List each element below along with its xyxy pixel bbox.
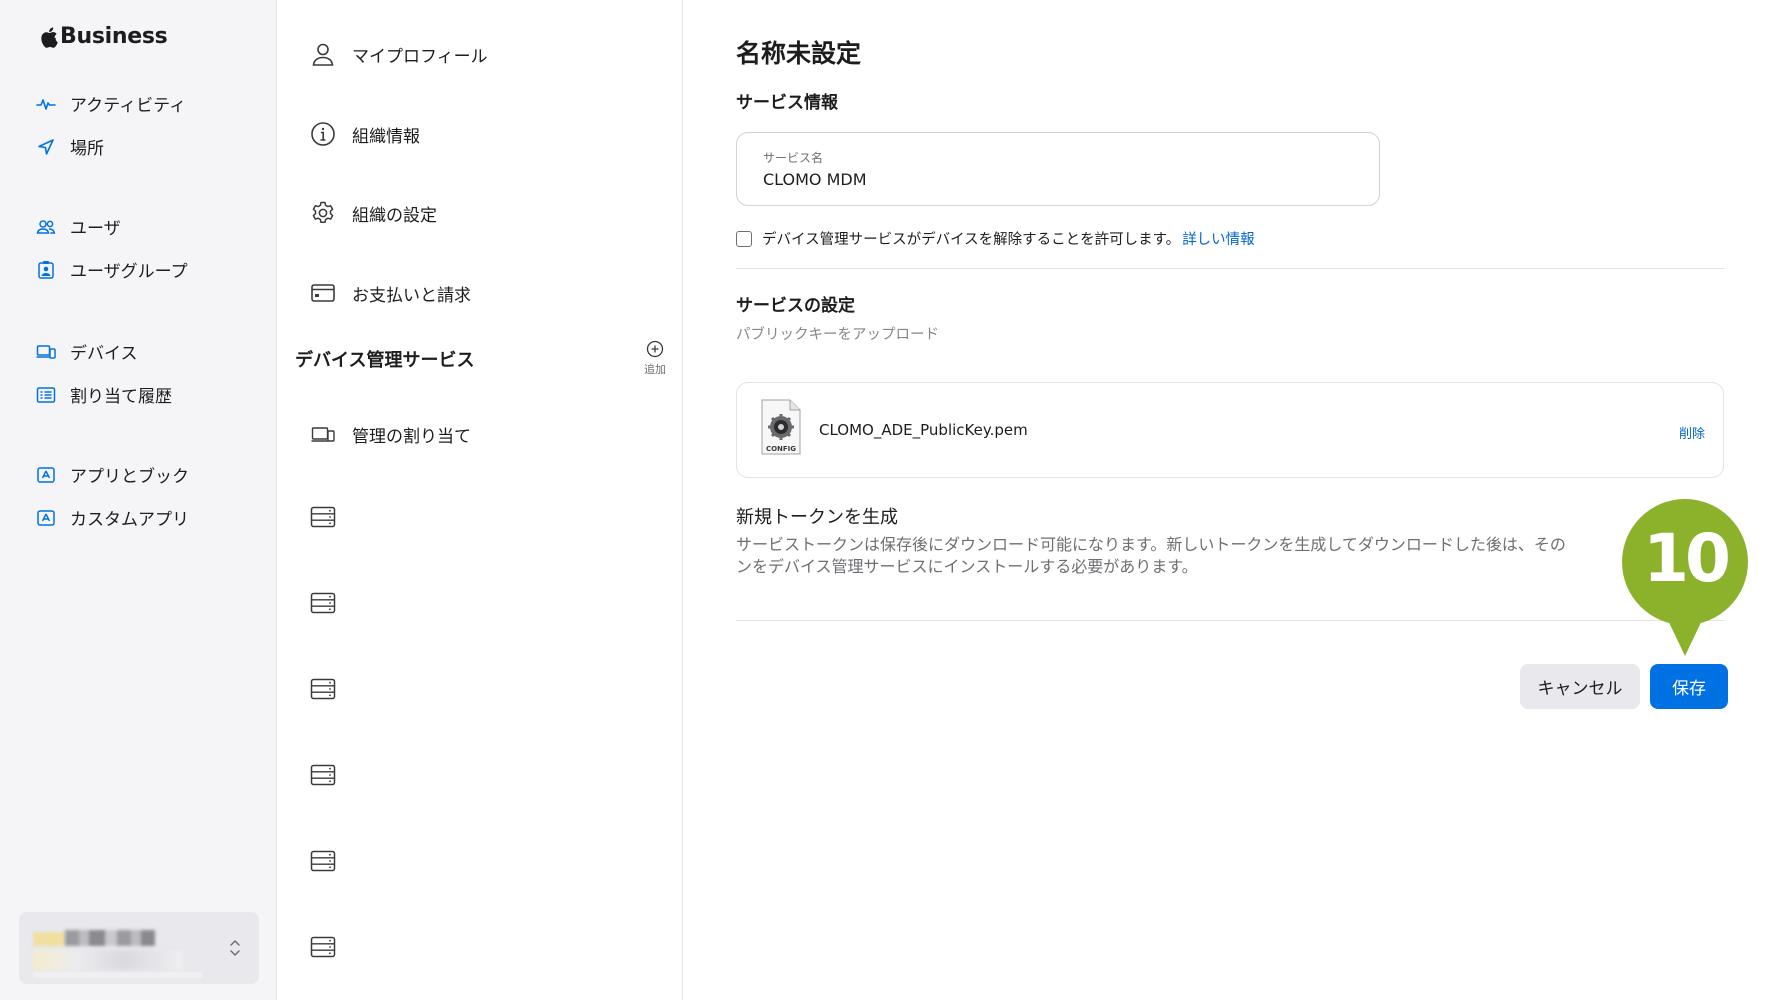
device-management-services-heading: デバイス管理サービス bbox=[295, 350, 475, 371]
location-icon bbox=[38, 138, 54, 155]
generate-token-heading: 新規トークンを生成 bbox=[736, 507, 898, 528]
server-icon[interactable] bbox=[310, 506, 336, 528]
menu-item-label: 管理の割り当て bbox=[352, 426, 471, 447]
nav-group-apps: アプリとブック カスタムアプリ bbox=[36, 453, 189, 539]
main-content: 名称未設定 サービス情報 サービス名 デバイス管理サービスがデバイスを解除するこ… bbox=[684, 0, 1778, 1000]
organization-switcher[interactable] bbox=[19, 912, 259, 984]
sidebar: Business アクティビティ 場所 ユーザ ユーザグループ デバイス 割り当… bbox=[0, 0, 277, 1000]
server-icon[interactable] bbox=[310, 592, 336, 614]
blurred-org-name bbox=[65, 930, 155, 946]
server-icon[interactable] bbox=[310, 936, 336, 958]
activity-icon bbox=[36, 98, 56, 110]
learn-more-link[interactable]: 詳しい情報 bbox=[1182, 228, 1255, 249]
blurred-org-logo bbox=[33, 932, 65, 946]
save-button[interactable]: 保存 bbox=[1650, 664, 1728, 709]
token-description: サービストークンは保存後にダウンロード可能になります。新しいトークンを生成してダ… bbox=[736, 534, 1636, 578]
nav-group-activity: アクティビティ 場所 bbox=[36, 82, 186, 168]
user-group-icon bbox=[38, 260, 54, 279]
nav-item-devices[interactable]: デバイス bbox=[36, 330, 172, 373]
menu-item-my-profile[interactable]: マイプロフィール bbox=[310, 41, 488, 67]
brand-name: Business bbox=[60, 24, 168, 49]
nav-item-label: ユーザグループ bbox=[70, 262, 188, 282]
menu-item-payment-billing[interactable]: お支払いと請求 bbox=[310, 280, 471, 306]
nav-item-user-groups[interactable]: ユーザグループ bbox=[36, 248, 188, 291]
devices-icon bbox=[36, 344, 56, 359]
menu-item-organization-info[interactable]: 組織情報 bbox=[310, 121, 420, 147]
assignment-history-icon bbox=[36, 386, 56, 403]
device-icon bbox=[311, 427, 335, 442]
menu-item-organization-settings[interactable]: 組織の設定 bbox=[310, 200, 437, 226]
apps-books-icon bbox=[37, 466, 55, 483]
step-marker-number: 10 bbox=[1643, 520, 1731, 597]
nav-item-label: カスタムアプリ bbox=[70, 510, 189, 530]
nav-item-activity[interactable]: アクティビティ bbox=[36, 82, 186, 125]
custom-apps-icon bbox=[37, 509, 55, 526]
nav-group-devices: デバイス 割り当て履歴 bbox=[36, 330, 172, 416]
gear-icon bbox=[312, 201, 334, 224]
credit-card-icon bbox=[311, 284, 335, 302]
divider bbox=[736, 620, 1724, 621]
server-icon[interactable] bbox=[310, 850, 336, 872]
settings-panel: マイプロフィール 組織情報 組織の設定 お支払いと請求 デバイス管理サービス 追… bbox=[277, 0, 683, 1000]
nav-item-label: アプリとブック bbox=[70, 467, 189, 487]
menu-item-label: お支払いと請求 bbox=[352, 285, 471, 306]
server-icon[interactable] bbox=[310, 764, 336, 786]
nav-item-users[interactable]: ユーザ bbox=[36, 205, 188, 248]
blurred-detail bbox=[33, 972, 203, 978]
person-icon bbox=[312, 43, 334, 66]
file-name: CLOMO_ADE_PublicKey.pem bbox=[819, 421, 1028, 439]
file-icon-caption: CONFIG bbox=[765, 445, 797, 453]
menu-item-label: マイプロフィール bbox=[352, 46, 488, 67]
add-service-label: 追加 bbox=[644, 363, 666, 376]
service-info-heading: サービス情報 bbox=[736, 93, 838, 113]
nav-item-label: 場所 bbox=[70, 139, 104, 159]
nav-item-custom-apps[interactable]: カスタムアプリ bbox=[36, 496, 189, 539]
nav-item-label: 割り当て履歴 bbox=[70, 387, 172, 407]
delete-file-link[interactable]: 削除 bbox=[1679, 423, 1705, 442]
menu-item-label: 組織情報 bbox=[352, 126, 420, 147]
plus-circle-icon bbox=[646, 340, 664, 358]
token-description-line: ンをデバイス管理サービスにインストールする必要があります。 bbox=[736, 557, 1198, 576]
nav-item-label: ユーザ bbox=[70, 219, 121, 239]
service-name-field[interactable]: サービス名 bbox=[736, 132, 1380, 206]
menu-item-label: 組織の設定 bbox=[352, 205, 437, 226]
info-icon bbox=[311, 122, 335, 146]
service-name-label: サービス名 bbox=[763, 151, 824, 165]
service-name-input[interactable] bbox=[763, 170, 1353, 189]
nav-item-assignment-history[interactable]: 割り当て履歴 bbox=[36, 373, 172, 416]
nav-item-label: アクティビティ bbox=[70, 96, 187, 116]
allow-release-text: デバイス管理サービスがデバイスを解除することを許可します。 bbox=[762, 232, 1181, 248]
upload-public-key-label[interactable]: パブリックキーをアップロード bbox=[736, 323, 939, 344]
nav-item-location[interactable]: 場所 bbox=[36, 125, 186, 168]
blurred-user-name bbox=[33, 950, 183, 970]
allow-release-row: デバイス管理サービスがデバイスを解除することを許可します。 詳しい情報 bbox=[736, 228, 1255, 249]
add-service-button[interactable]: 追加 bbox=[638, 340, 672, 377]
server-icon[interactable] bbox=[310, 678, 336, 700]
apple-logo-icon bbox=[41, 26, 58, 48]
token-description-line: サービストークンは保存後にダウンロード可能になります。新しいトークンを生成してダ… bbox=[736, 535, 1566, 554]
chevron-up-down-icon bbox=[230, 940, 240, 956]
uploaded-file-card: CONFIG CLOMO_ADE_PublicKey.pem 削除 bbox=[736, 382, 1724, 478]
cancel-button[interactable]: キャンセル bbox=[1520, 664, 1640, 709]
brand-logo[interactable]: Business bbox=[40, 24, 168, 49]
nav-item-label: デバイス bbox=[70, 344, 138, 364]
page-title: 名称未設定 bbox=[736, 39, 862, 68]
service-settings-heading: サービスの設定 bbox=[736, 296, 855, 316]
users-icon bbox=[36, 219, 56, 234]
divider bbox=[736, 268, 1724, 269]
nav-group-users: ユーザ ユーザグループ bbox=[36, 205, 188, 291]
menu-item-management-assignment[interactable]: 管理の割り当て bbox=[310, 421, 471, 447]
nav-item-apps-books[interactable]: アプリとブック bbox=[36, 453, 189, 496]
allow-release-checkbox[interactable] bbox=[736, 230, 752, 247]
